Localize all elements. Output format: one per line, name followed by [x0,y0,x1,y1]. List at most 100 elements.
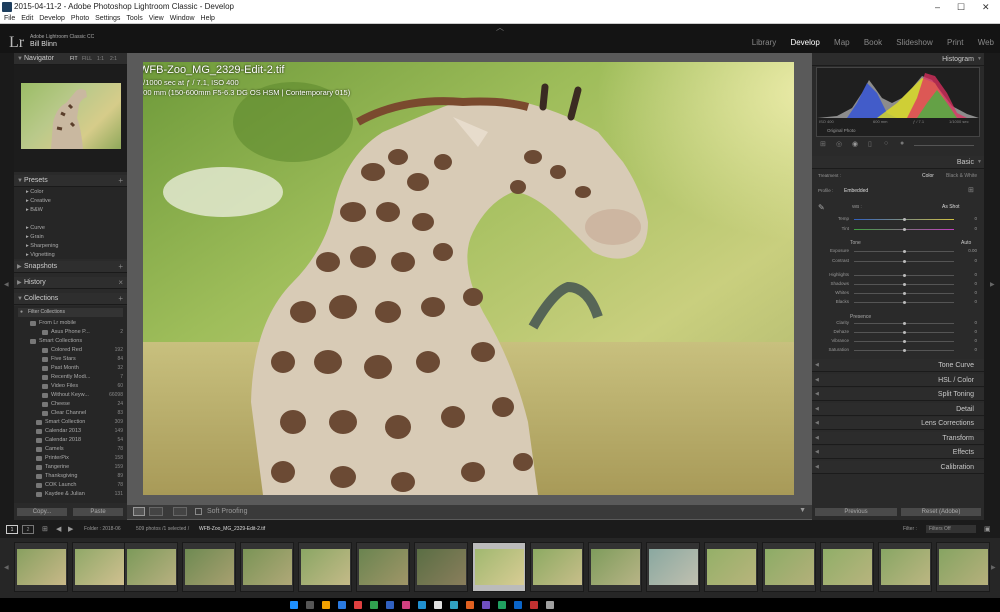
navigator-thumbnail[interactable] [21,83,121,149]
reset-button[interactable]: Reset (Adobe) [900,507,982,517]
filmstrip-thumbnail[interactable] [820,542,874,592]
taskbar-app-icon[interactable] [338,601,346,609]
menu-photo[interactable]: Photo [71,14,89,24]
tool-slider[interactable] [914,145,974,146]
filmstrip-thumbnail[interactable] [762,542,816,592]
preset-folder[interactable]: ▸ Curve [26,225,45,231]
filmstrip-thumbnail[interactable] [240,542,294,592]
taskbar-app-icon[interactable] [450,601,458,609]
filmstrip-thumbnail[interactable] [530,542,584,592]
collections-header[interactable]: ▼ Collections + [14,293,127,305]
preset-folder[interactable]: ▸ Sharpening [26,243,58,249]
zoom-fit[interactable]: FIT [70,53,78,65]
module-develop[interactable]: Develop [790,38,819,47]
chevron-up-icon[interactable]: ︿ [496,22,504,33]
taskbar-app-icon[interactable] [530,601,538,609]
tone-auto-button[interactable]: Auto [961,240,971,246]
collection-item[interactable]: Past Month 32 [14,364,127,373]
filmstrip-thumbnail[interactable] [588,542,642,592]
module-book[interactable]: Book [864,38,882,47]
filmstrip-thumbnail[interactable] [646,542,700,592]
filmstrip-thumbnail[interactable] [472,542,526,592]
current-file[interactable]: WFB-Zoo_MG_2329-Edit-2.tif [199,526,265,532]
taskbar-app-icon[interactable] [322,601,330,609]
module-library[interactable]: Library [752,38,776,47]
add-snapshot-icon[interactable]: + [118,261,123,273]
slider-knob[interactable] [903,349,906,352]
collection-item[interactable]: Cheese 24 [14,400,127,409]
presets-header[interactable]: ▼ Presets + [14,175,127,187]
red-eye-icon[interactable]: ◉ [852,140,858,148]
copy-settings-button[interactable]: Copy... [16,507,68,517]
close-button[interactable]: ✕ [982,0,990,14]
collection-item[interactable]: Thanksgiving 89 [14,472,127,481]
page-2-button[interactable]: 2 [22,525,34,534]
taskbar-app-icon[interactable] [498,601,506,609]
adjustment-brush-icon[interactable]: ● [900,140,904,147]
filmstrip-right-arrow-icon[interactable]: ▶ [991,564,996,571]
histogram-header[interactable]: Histogram ▼ [812,53,984,66]
slider-knob[interactable] [903,301,906,304]
graduated-filter-icon[interactable]: ▯ [868,140,872,148]
filmstrip-left-arrow-icon[interactable]: ◀ [4,564,9,571]
preset-folder[interactable]: ▸ Color [26,189,43,195]
chevron-left-icon[interactable]: ◀ [4,281,9,288]
collection-item[interactable]: Colored Red 192 [14,346,127,355]
back-arrow-icon[interactable]: ◀ [56,525,61,533]
section-calibration[interactable]: ◀ Calibration [812,460,984,474]
slider-value[interactable]: 0 [957,299,977,304]
filter-collections-field[interactable]: ● Filter Collections [18,308,123,317]
crop-tool-icon[interactable]: ⊞ [820,140,826,148]
slider-value[interactable]: 0.00 [957,248,977,253]
collection-item[interactable]: Calendar 2013 149 [14,427,127,436]
zoom-2to1[interactable]: 2:1 [110,53,117,65]
module-print[interactable]: Print [947,38,963,47]
collection-item[interactable]: PrinterPix 158 [14,454,127,463]
before-after-icon[interactable] [149,507,163,516]
slider-knob[interactable] [903,340,906,343]
collection-item[interactable]: Clear Channel 83 [14,409,127,418]
slider-value[interactable]: 0 [957,320,977,325]
loupe-view-icon[interactable] [133,507,145,516]
slider-knob[interactable] [903,331,906,334]
slider-value[interactable]: 0 [957,281,977,286]
previous-button[interactable]: Previous [814,507,898,517]
history-header[interactable]: ▶ History × [14,277,127,289]
section-lens-corrections[interactable]: ◀ Lens Corrections [812,417,984,430]
chevron-right-icon[interactable]: ▶ [990,281,995,288]
collection-item[interactable]: COK Launch 78 [14,481,127,490]
menu-tools[interactable]: Tools [126,14,142,24]
taskbar-app-icon[interactable] [290,601,298,609]
filmstrip-thumbnail[interactable] [14,542,68,592]
slider-value[interactable]: 0 [957,226,977,231]
treatment-color[interactable]: Color [922,173,934,179]
before-after-swap-icon[interactable] [173,507,187,516]
filmstrip-thumbnail[interactable] [704,542,758,592]
taskbar-app-icon[interactable] [370,601,378,609]
left-panel-edge[interactable]: ◀ [0,53,14,520]
collection-item[interactable]: Without Keyw... 66098 [14,391,127,400]
filmstrip-thumbnail[interactable] [878,542,932,592]
navigator-preview[interactable] [14,65,127,172]
filmstrip-thumbnail[interactable] [414,542,468,592]
filmstrip-thumbnail[interactable] [182,542,236,592]
basic-header[interactable]: Basic ▼ [812,156,984,169]
preset-folder[interactable]: ▸ Grain [26,234,44,240]
slider-value[interactable]: 0 [957,338,977,343]
section-tone-curve[interactable]: ◀ Tone Curve [812,359,984,372]
collection-item[interactable]: Video Files 60 [14,382,127,391]
filmstrip-thumbnail[interactable] [72,542,126,592]
taskbar-app-icon[interactable] [434,601,442,609]
collection-item[interactable]: From Lr mobile [14,319,127,328]
preset-folder[interactable]: ▸ Creative [26,198,51,204]
treatment-bw[interactable]: Black & White [946,173,977,179]
taskbar-app-icon[interactable] [482,601,490,609]
taskbar-app-icon[interactable] [386,601,394,609]
module-slideshow[interactable]: Slideshow [896,38,932,47]
taskbar-app-icon[interactable] [402,601,410,609]
slider-knob[interactable] [903,250,906,253]
main-photo[interactable]: WFB-Zoo_MG_2329-Edit-2.tif 1/1000 sec at… [143,62,794,495]
slider-value[interactable]: 0 [957,258,977,263]
menu-settings[interactable]: Settings [95,14,120,24]
menu-develop[interactable]: Develop [39,14,65,24]
